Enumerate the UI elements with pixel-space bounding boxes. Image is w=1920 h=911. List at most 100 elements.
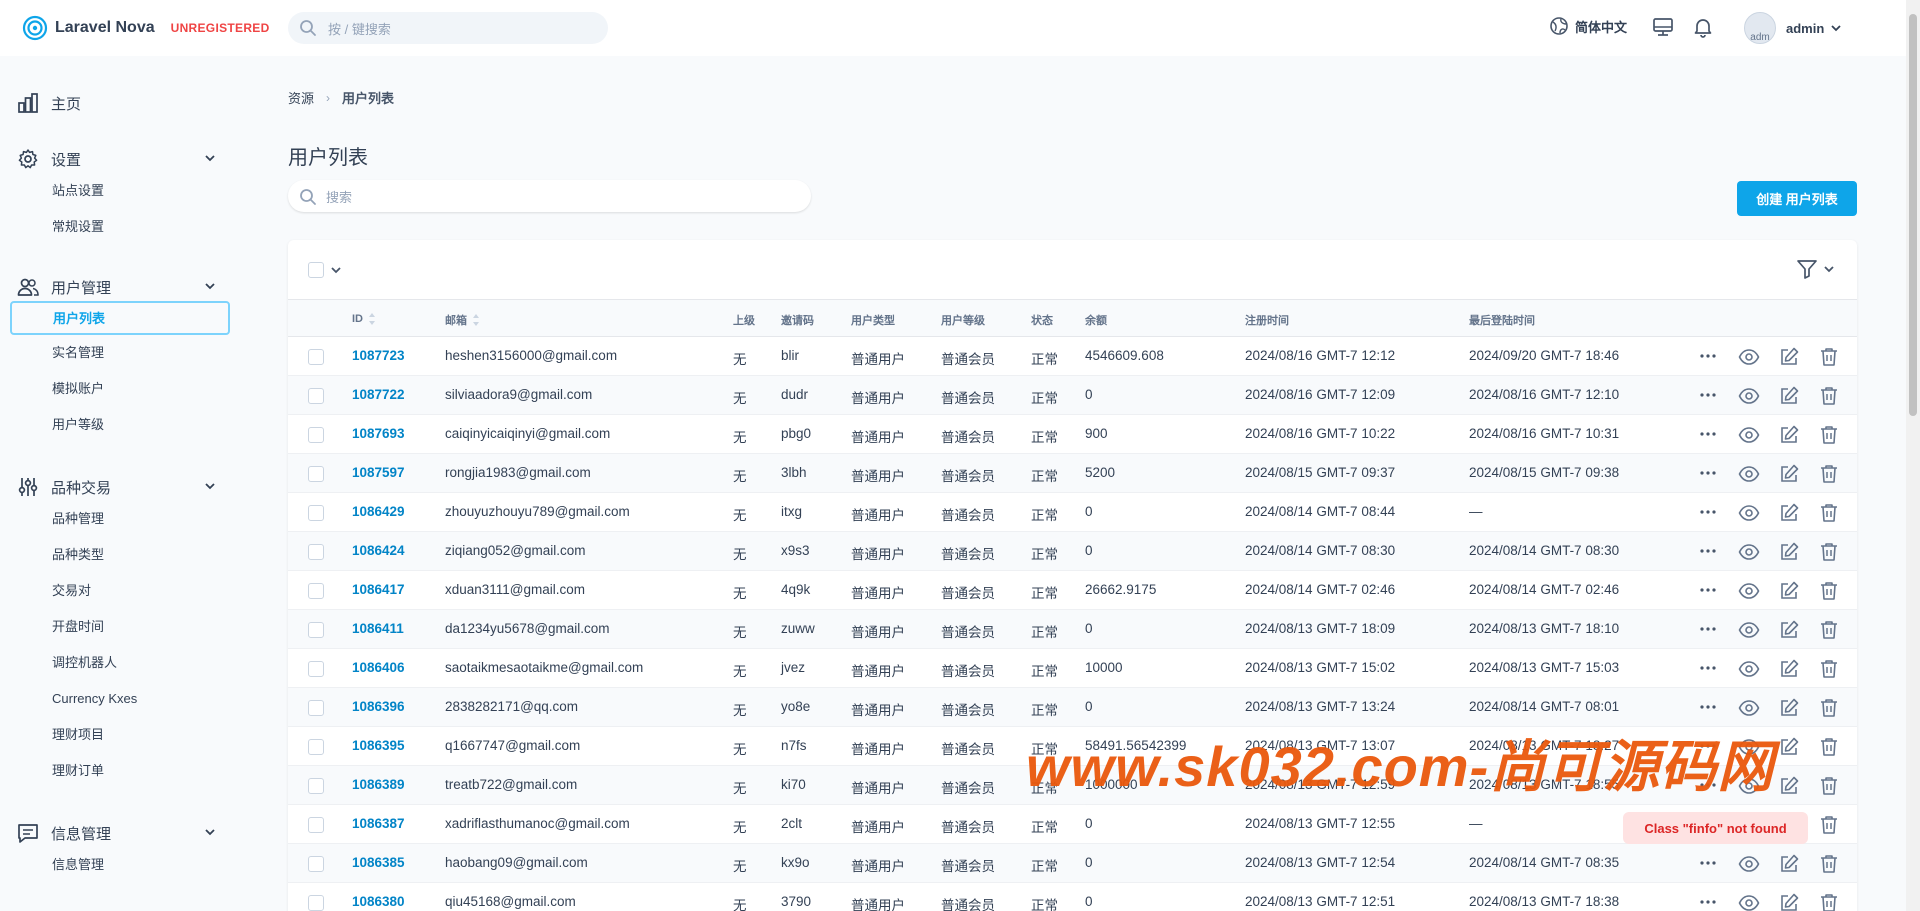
view-icon[interactable] (1738, 385, 1760, 407)
edit-icon[interactable] (1778, 385, 1800, 407)
row-id-link[interactable]: 1086389 (352, 777, 405, 792)
table-row[interactable]: 1087723 heshen3156000@gmail.com 无 blir 普… (288, 337, 1857, 376)
view-icon[interactable] (1738, 580, 1760, 602)
row-checkbox[interactable] (308, 895, 324, 911)
sidebar-item-products[interactable]: 品种管理 (0, 501, 245, 537)
sidebar-item-trading-pairs[interactable]: 交易对 (0, 573, 245, 609)
breadcrumb-root[interactable]: 资源 (288, 88, 314, 107)
table-row[interactable]: 1087693 caiqinyicaiqinyi@gmail.com 无 pbg… (288, 415, 1857, 454)
more-actions-icon[interactable] (1698, 346, 1718, 366)
more-actions-icon[interactable] (1698, 853, 1718, 873)
user-menu[interactable]: adm admin (1744, 12, 1842, 44)
resource-search-input[interactable]: 搜索 (288, 180, 811, 212)
view-icon[interactable] (1738, 658, 1760, 680)
row-id-link[interactable]: 1087693 (352, 426, 405, 441)
row-checkbox[interactable] (308, 700, 324, 716)
table-row[interactable]: 1086424 ziqiang052@gmail.com 无 x9s3 普通用户… (288, 532, 1857, 571)
create-user-button[interactable]: 创建 用户列表 (1737, 181, 1857, 216)
scrollbar-thumb[interactable] (1909, 14, 1917, 416)
monitor-icon[interactable] (1652, 16, 1674, 38)
delete-icon[interactable] (1818, 463, 1840, 485)
view-icon[interactable] (1738, 619, 1760, 641)
sidebar-group-trading-header[interactable]: 品种交易 (0, 473, 245, 501)
more-actions-icon[interactable] (1698, 619, 1718, 639)
table-row[interactable]: 1087597 rongjia1983@gmail.com 无 3lbh 普通用… (288, 454, 1857, 493)
sidebar-item-opening-hours[interactable]: 开盘时间 (0, 609, 245, 645)
sidebar-item-messages[interactable]: 信息管理 (0, 847, 245, 883)
table-row[interactable]: 1086417 xduan3111@gmail.com 无 4q9k 普通用户 … (288, 571, 1857, 610)
row-id-link[interactable]: 1086417 (352, 582, 405, 597)
edit-icon[interactable] (1778, 697, 1800, 719)
row-checkbox[interactable] (308, 817, 324, 833)
row-id-link[interactable]: 1086429 (352, 504, 405, 519)
delete-icon[interactable] (1818, 541, 1840, 563)
more-actions-icon[interactable] (1698, 580, 1718, 600)
row-checkbox[interactable] (308, 583, 324, 599)
delete-icon[interactable] (1818, 346, 1840, 368)
brand[interactable]: Laravel Nova UNREGISTERED (22, 15, 287, 41)
delete-icon[interactable] (1818, 814, 1840, 836)
view-icon[interactable] (1738, 541, 1760, 563)
more-actions-icon[interactable] (1698, 463, 1718, 483)
edit-icon[interactable] (1778, 853, 1800, 875)
view-icon[interactable] (1738, 697, 1760, 719)
view-icon[interactable] (1738, 346, 1760, 368)
row-checkbox[interactable] (308, 856, 324, 872)
sidebar-item-robots[interactable]: 调控机器人 (0, 645, 245, 681)
row-checkbox[interactable] (308, 778, 324, 794)
edit-icon[interactable] (1778, 775, 1800, 797)
delete-icon[interactable] (1818, 502, 1840, 524)
row-id-link[interactable]: 1086424 (352, 543, 405, 558)
sidebar-item-demo-accounts[interactable]: 模拟账户 (0, 371, 245, 407)
row-id-link[interactable]: 1086411 (352, 621, 404, 636)
row-id-link[interactable]: 1086395 (352, 738, 405, 753)
edit-icon[interactable] (1778, 541, 1800, 563)
global-search-input[interactable]: 按 / 键搜索 (288, 12, 608, 44)
row-id-link[interactable]: 1087722 (352, 387, 405, 402)
delete-icon[interactable] (1818, 775, 1840, 797)
view-icon[interactable] (1738, 424, 1760, 446)
sidebar-item-user-levels[interactable]: 用户等级 (0, 407, 245, 443)
row-checkbox[interactable] (308, 349, 324, 365)
delete-icon[interactable] (1818, 736, 1840, 758)
row-checkbox[interactable] (308, 505, 324, 521)
delete-icon[interactable] (1818, 385, 1840, 407)
table-row[interactable]: 1086406 saotaikmesaotaikme@gmail.com 无 j… (288, 649, 1857, 688)
delete-icon[interactable] (1818, 892, 1840, 911)
table-row[interactable]: 1086411 da1234yu5678@gmail.com 无 zuww 普通… (288, 610, 1857, 649)
language-switcher[interactable]: 简体中文 (1549, 16, 1627, 36)
sidebar-item-user-list[interactable]: 用户列表 (10, 301, 230, 335)
sidebar-item-wealth-orders[interactable]: 理财订单 (0, 753, 245, 789)
sidebar-item-currency-kxes[interactable]: Currency Kxes (0, 681, 245, 717)
sidebar-group-users-header[interactable]: 用户管理 (0, 273, 245, 301)
sidebar-item-site-settings[interactable]: 站点设置 (0, 173, 245, 209)
edit-icon[interactable] (1778, 892, 1800, 911)
row-checkbox[interactable] (308, 622, 324, 638)
row-checkbox[interactable] (308, 661, 324, 677)
delete-icon[interactable] (1818, 853, 1840, 875)
view-icon[interactable] (1738, 502, 1760, 524)
delete-icon[interactable] (1818, 580, 1840, 602)
table-row[interactable]: 1087722 silviaadora9@gmail.com 无 dudr 普通… (288, 376, 1857, 415)
table-row[interactable]: 1086387 xadriflasthumanoc@gmail.com 无 2c… (288, 805, 1857, 844)
view-icon[interactable] (1738, 463, 1760, 485)
select-all-control[interactable] (308, 262, 342, 278)
edit-icon[interactable] (1778, 346, 1800, 368)
delete-icon[interactable] (1818, 619, 1840, 641)
chevron-down-icon[interactable] (330, 264, 342, 276)
row-checkbox[interactable] (308, 544, 324, 560)
more-actions-icon[interactable] (1698, 697, 1718, 717)
select-all-checkbox[interactable] (308, 262, 324, 278)
more-actions-icon[interactable] (1698, 385, 1718, 405)
sidebar-item-kyc[interactable]: 实名管理 (0, 335, 245, 371)
delete-icon[interactable] (1818, 658, 1840, 680)
row-id-link[interactable]: 1086406 (352, 660, 405, 675)
row-checkbox[interactable] (308, 466, 324, 482)
row-id-link[interactable]: 1086380 (352, 894, 405, 909)
sidebar-group-messages-header[interactable]: 信息管理 (0, 819, 245, 847)
page-scrollbar[interactable] (1906, 0, 1920, 911)
sidebar-group-settings-header[interactable]: 设置 (0, 145, 245, 173)
bell-icon[interactable] (1692, 16, 1714, 38)
edit-icon[interactable] (1778, 736, 1800, 758)
table-row[interactable]: 1086429 zhouyuzhouyu789@gmail.com 无 itxg… (288, 493, 1857, 532)
